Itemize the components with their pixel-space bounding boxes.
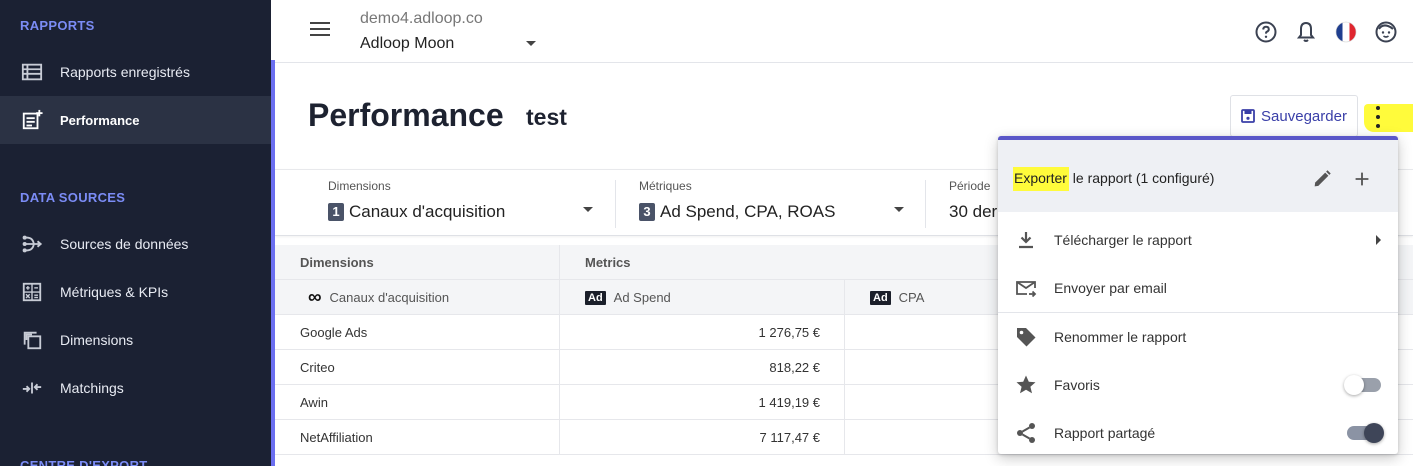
menu-item-email[interactable]: Envoyer par email	[998, 264, 1398, 312]
share-icon	[1014, 421, 1038, 445]
column-header-channel[interactable]: ∞ Canaux d'acquisition	[275, 280, 560, 315]
pencil-icon[interactable]	[1311, 168, 1333, 190]
account-domain: demo4.adloop.co	[360, 10, 483, 27]
topbar: demo4.adloop.co Adloop Moon	[275, 0, 1413, 63]
merge-arrows-icon	[0, 377, 60, 399]
sidebar-section-data-sources: DATA SOURCES	[20, 190, 126, 205]
export-config-rest: le rapport (1 configuré)	[1068, 170, 1215, 186]
report-name: test	[526, 104, 567, 130]
menu-item-label: Favoris	[1054, 377, 1100, 393]
star-icon	[1014, 373, 1038, 397]
sidebar-item-label: Matchings	[60, 380, 124, 396]
toggle-knob	[1364, 423, 1384, 443]
sidebar-item-label: Rapports enregistrés	[60, 64, 190, 80]
french-flag-icon[interactable]	[1334, 20, 1358, 44]
data-source-icon	[0, 233, 60, 255]
sidebar-section-rapports: RAPPORTS	[20, 18, 95, 33]
ad-icon: Ad	[870, 290, 891, 305]
account-selector[interactable]: Adloop Moon	[360, 35, 454, 53]
save-button-label: Sauvegarder	[1261, 107, 1347, 125]
cell-channel: Google Ads	[275, 315, 560, 350]
page-title: Performance	[308, 97, 504, 133]
filter-label: Métriques	[639, 179, 692, 193]
sidebar-item-rapports-enregistres[interactable]: Rapports enregistrés	[0, 48, 271, 96]
menu-item-label: Envoyer par email	[1054, 280, 1167, 296]
filter-value: 3 Ad Spend, CPA, ROAS	[639, 202, 835, 222]
count-badge: 3	[639, 203, 655, 221]
hamburger-menu-icon[interactable]	[310, 22, 330, 40]
cell-ad-spend: 1 276,75 €	[560, 315, 845, 350]
cell-channel: Awin	[275, 385, 560, 420]
column-header-label: Ad Spend	[613, 290, 671, 305]
sidebar-item-dimensions[interactable]: Dimensions	[0, 316, 271, 364]
export-highlight: Exporter	[1013, 167, 1069, 191]
more-options-icon[interactable]	[1373, 106, 1383, 128]
chevron-down-icon[interactable]	[526, 41, 536, 46]
layers-icon	[0, 329, 60, 351]
download-icon	[1014, 228, 1038, 252]
sidebar-item-label: Dimensions	[60, 332, 134, 348]
email-send-icon	[1014, 276, 1038, 300]
menu-item-download[interactable]: Télécharger le rapport	[998, 216, 1398, 264]
infinity-icon: ∞	[308, 287, 322, 308]
cell-channel: NetAffiliation	[275, 420, 560, 455]
list-icon	[0, 61, 60, 83]
count-badge: 1	[328, 203, 344, 221]
ad-icon: Ad	[585, 290, 606, 305]
menu-item-label: Rapport partagé	[1054, 425, 1156, 441]
filter-value-text: Ad Spend, CPA, ROAS	[660, 202, 836, 221]
menu-item-label: Télécharger le rapport	[1054, 232, 1192, 248]
filter-label: Période	[949, 179, 991, 193]
filter-label: Dimensions	[328, 179, 391, 193]
export-config-label: Exporter le rapport (1 configuré)	[1013, 167, 1215, 191]
column-header-ad-spend[interactable]: Ad Ad Spend	[560, 280, 845, 315]
filter-value-text: Canaux d'acquisition	[349, 202, 506, 221]
group-header-dimensions: Dimensions	[275, 245, 560, 280]
cell-ad-spend: 818,22 €	[560, 350, 845, 385]
cell-ad-spend: 7 117,47 €	[560, 420, 845, 455]
sidebar-item-label: Sources de données	[60, 236, 189, 252]
highlight-marker	[1364, 104, 1413, 132]
sidebar: RAPPORTS Rapports enregistrés Performanc…	[0, 0, 271, 466]
report-add-icon	[0, 109, 60, 131]
user-face-icon[interactable]	[1374, 20, 1398, 44]
filter-dimensions[interactable]: Dimensions 1 Canaux d'acquisition	[275, 170, 615, 237]
sidebar-item-sources-de-donnees[interactable]: Sources de données	[0, 220, 271, 268]
column-header-label: CPA	[898, 290, 925, 305]
sidebar-item-metriques-kpis[interactable]: Métriques & KPIs	[0, 268, 271, 316]
export-config-header: Exporter le rapport (1 configuré)	[998, 140, 1398, 212]
cell-ad-spend: 1 419,19 €	[560, 385, 845, 420]
cell-channel: Criteo	[275, 350, 560, 385]
bell-icon[interactable]	[1294, 20, 1318, 44]
menu-item-rename[interactable]: Renommer le rapport	[998, 313, 1398, 361]
sidebar-item-label: Performance	[60, 112, 140, 128]
filter-metriques[interactable]: Métriques 3 Ad Spend, CPA, ROAS	[616, 170, 924, 237]
tag-icon	[1014, 325, 1038, 349]
chevron-right-icon	[1376, 235, 1381, 245]
menu-item-label: Renommer le rapport	[1054, 329, 1187, 345]
save-button[interactable]: Sauvegarder	[1230, 95, 1358, 137]
shared-toggle[interactable]	[1347, 423, 1384, 443]
report-options-menu: Exporter le rapport (1 configuré) Téléch…	[998, 136, 1398, 454]
sidebar-item-performance[interactable]: Performance	[0, 96, 271, 144]
sidebar-item-label: Métriques & KPIs	[60, 284, 169, 300]
chevron-down-icon[interactable]	[583, 207, 593, 212]
menu-item-shared[interactable]: Rapport partagé	[998, 409, 1398, 454]
sidebar-item-matchings[interactable]: Matchings	[0, 364, 271, 412]
filter-value: 30 der	[949, 202, 998, 221]
plus-icon[interactable]	[1351, 168, 1373, 190]
favoris-toggle[interactable]	[1344, 375, 1381, 395]
toggle-knob	[1344, 375, 1364, 395]
calculator-icon	[0, 281, 60, 303]
save-icon	[1241, 109, 1255, 123]
column-header-label: Canaux d'acquisition	[329, 290, 450, 305]
menu-item-favoris[interactable]: Favoris	[998, 361, 1398, 409]
filter-value: 1 Canaux d'acquisition	[328, 202, 505, 222]
help-icon[interactable]	[1254, 20, 1278, 44]
chevron-down-icon[interactable]	[894, 207, 904, 212]
sidebar-section-centre-export: CENTRE D'EXPORT	[20, 458, 148, 466]
